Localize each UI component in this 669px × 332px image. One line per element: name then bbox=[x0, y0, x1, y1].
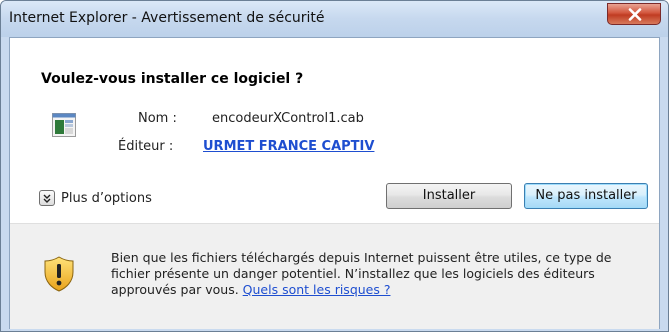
window-title: Internet Explorer - Avertissement de séc… bbox=[9, 10, 325, 26]
warning-message: Bien que les fichiers téléchargés depuis… bbox=[111, 250, 651, 298]
do-not-install-button[interactable]: Ne pas installer bbox=[524, 183, 648, 209]
more-options-toggle[interactable] bbox=[39, 190, 55, 206]
name-label: Nom : bbox=[138, 111, 177, 126]
install-panel: Voulez-vous installer ce logiciel ? Nom … bbox=[10, 38, 659, 223]
more-options-label[interactable]: Plus d’options bbox=[61, 191, 152, 206]
warning-shield-icon bbox=[44, 256, 74, 292]
risks-link[interactable]: Quels sont les risques ? bbox=[243, 282, 391, 297]
application-file-icon bbox=[52, 113, 76, 137]
close-icon bbox=[628, 8, 642, 21]
install-button[interactable]: Installer bbox=[386, 183, 512, 209]
security-warning-dialog: Internet Explorer - Avertissement de séc… bbox=[0, 0, 669, 332]
file-name-value: encodeurXControl1.cab bbox=[212, 111, 364, 126]
warning-panel: Bien que les fichiers téléchargés depuis… bbox=[10, 223, 659, 329]
publisher-label: Éditeur : bbox=[118, 139, 174, 154]
install-question: Voulez-vous installer ce logiciel ? bbox=[41, 71, 304, 87]
chevron-down-icon bbox=[43, 194, 51, 203]
dialog-body: Voulez-vous installer ce logiciel ? Nom … bbox=[9, 37, 660, 329]
publisher-link[interactable]: URMET FRANCE CAPTIV bbox=[203, 139, 374, 154]
close-button[interactable] bbox=[607, 3, 661, 25]
title-bar[interactable]: Internet Explorer - Avertissement de séc… bbox=[1, 1, 668, 37]
